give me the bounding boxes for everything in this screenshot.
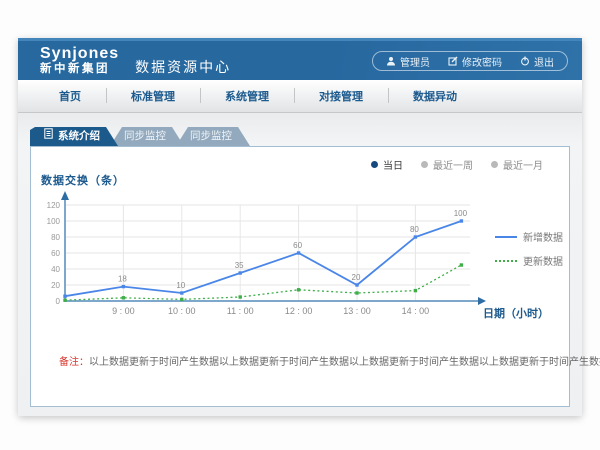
svg-text:100: 100 (454, 209, 468, 218)
tab-system-intro[interactable]: 系统介绍 (30, 127, 118, 146)
radio-dot (371, 161, 378, 168)
brand-logo: Synjones 新中新集团 (40, 46, 119, 75)
legend-swatch (495, 236, 517, 238)
legend-item-update-data: 更新数据 (495, 253, 563, 268)
user-label: 管理员 (400, 54, 430, 69)
app-header: Synjones 新中新集团 数据资源中心 管理员 修改密码 退出 (18, 38, 582, 80)
svg-text:120: 120 (47, 201, 61, 210)
line-chart: 0 20 40 60 80 100 120 9 : 00 10 : 00 11 : 00 12 : … (45, 187, 491, 325)
svg-text:100: 100 (47, 217, 61, 226)
svg-text:80: 80 (51, 233, 60, 242)
x-axis-title: 日期（小时） (483, 305, 549, 321)
main-nav: 首页 标准管理 系统管理 对接管理 数据异动 (18, 80, 582, 113)
svg-text:11 : 00: 11 : 00 (227, 306, 254, 316)
logout-button[interactable]: 退出 (511, 54, 563, 69)
change-password-button[interactable]: 修改密码 (439, 54, 511, 69)
legend-label: 更新数据 (523, 253, 563, 268)
note-label: 备注： (59, 357, 89, 368)
svg-text:10 : 00: 10 : 00 (168, 306, 196, 316)
nav-item-home[interactable]: 首页 (34, 88, 106, 104)
legend-item-new-data: 新增数据 (495, 229, 563, 244)
radio-today[interactable]: 当日 (371, 157, 403, 172)
radio-label: 当日 (383, 157, 403, 172)
svg-text:60: 60 (293, 241, 302, 250)
svg-text:35: 35 (235, 261, 244, 270)
radio-dot (421, 161, 428, 168)
edit-icon (448, 56, 458, 66)
tab-bar: 系统介绍 同步监控 同步监控 (30, 127, 250, 146)
page-title: 数据资源中心 (135, 57, 231, 77)
power-icon (520, 56, 530, 66)
tab-sync-monitor-2[interactable]: 同步监控 (176, 127, 250, 146)
legend-label: 新增数据 (523, 229, 563, 244)
logout-label: 退出 (534, 54, 554, 69)
radio-last-week[interactable]: 最近一周 (421, 157, 473, 172)
note-text: 以上数据更新于时间产生数据以上数据更新于时间产生数据以上数据更新于时间产生数据以… (89, 357, 600, 368)
svg-text:20: 20 (352, 273, 361, 282)
svg-text:20: 20 (51, 281, 60, 290)
chart-panel: 当日 最近一周 最近一月 数据交换（条） 0 20 40 60 80 100 120 9 : … (30, 146, 570, 407)
svg-text:14 : 00: 14 : 00 (402, 306, 430, 316)
period-filter: 当日 最近一周 最近一月 (371, 157, 543, 172)
footer-note: 备注：以上数据更新于时间产生数据以上数据更新于时间产生数据以上数据更新于时间产生… (59, 353, 600, 368)
tab-label: 同步监控 (124, 130, 166, 142)
tab-sync-monitor-1[interactable]: 同步监控 (110, 127, 184, 146)
y-axis-title: 数据交换（条） (41, 172, 125, 188)
svg-text:80: 80 (410, 225, 419, 234)
radio-last-month[interactable]: 最近一月 (491, 157, 543, 172)
tab-label: 同步监控 (190, 130, 232, 142)
svg-text:13 : 00: 13 : 00 (343, 306, 371, 316)
nav-item-interface-mgmt[interactable]: 对接管理 (294, 88, 388, 104)
chart-legend: 新增数据 更新数据 (495, 229, 563, 268)
user-toolbar: 管理员 修改密码 退出 (372, 51, 568, 71)
tab-label: 系统介绍 (58, 127, 100, 146)
svg-text:18: 18 (118, 275, 127, 284)
user-button[interactable]: 管理员 (377, 54, 439, 69)
svg-text:0: 0 (56, 297, 61, 306)
radio-dot (491, 161, 498, 168)
svg-text:12 : 00: 12 : 00 (285, 306, 313, 316)
app-window: Synjones 新中新集团 数据资源中心 管理员 修改密码 退出 (18, 38, 582, 416)
svg-text:60: 60 (51, 249, 60, 258)
svg-text:9 : 00: 9 : 00 (112, 306, 135, 316)
brand-name-cn: 新中新集团 (40, 63, 119, 75)
user-icon (386, 56, 396, 66)
legend-swatch (495, 260, 517, 262)
nav-item-standard-mgmt[interactable]: 标准管理 (106, 88, 200, 104)
radio-label: 最近一月 (503, 157, 543, 172)
nav-item-data-changes[interactable]: 数据异动 (388, 88, 482, 104)
content-area: 系统介绍 同步监控 同步监控 当日 最近一周 (18, 113, 582, 416)
svg-text:10: 10 (176, 281, 185, 290)
radio-label: 最近一周 (433, 157, 473, 172)
brand-name: Synjones (40, 46, 119, 63)
change-password-label: 修改密码 (462, 54, 502, 69)
nav-item-system-mgmt[interactable]: 系统管理 (200, 88, 294, 104)
document-icon (44, 127, 53, 146)
svg-text:40: 40 (51, 265, 60, 274)
